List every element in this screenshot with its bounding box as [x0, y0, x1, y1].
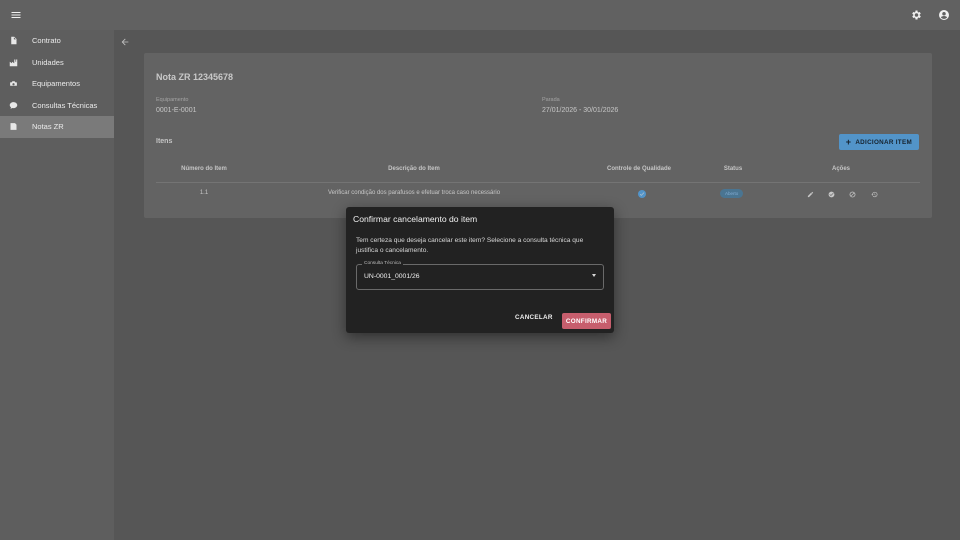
- sidebar-item-label: Notas ZR: [32, 122, 64, 132]
- dropdown-arrow-icon: [592, 274, 596, 277]
- sidebar-item-label: Equipamentos: [32, 79, 80, 89]
- sidebar-item-label: Contrato: [32, 36, 61, 46]
- document-icon: [8, 36, 18, 46]
- consulta-tecnica-select[interactable]: Consulta Técnica UN-0001_0001/26: [356, 261, 604, 290]
- sidebar-item-contrato[interactable]: Contrato: [0, 30, 114, 52]
- confirm-cancel-dialog: Confirmar cancelamento do item Tem certe…: [346, 207, 614, 333]
- note-icon: [8, 122, 18, 132]
- confirm-button[interactable]: CONFIRMAR: [562, 313, 611, 329]
- equipment-icon: [8, 79, 18, 89]
- sidebar-item-consultas-tecnicas[interactable]: Consultas Técnicas: [0, 95, 114, 117]
- cancel-button[interactable]: CANCELAR: [515, 314, 553, 321]
- sidebar: Contrato Unidades Equipamentos Consultas…: [0, 30, 114, 540]
- settings-gear-icon[interactable]: [908, 7, 924, 23]
- chat-bubble-icon: [8, 100, 18, 110]
- factory-icon: [8, 57, 18, 67]
- dialog-title: Confirmar cancelamento do item: [353, 214, 478, 224]
- sidebar-item-notas-zr[interactable]: Notas ZR: [0, 116, 114, 138]
- sidebar-item-unidades[interactable]: Unidades: [0, 52, 114, 74]
- select-value: UN-0001_0001/26: [364, 273, 420, 280]
- dialog-message: Tem certeza que deseja cancelar este ite…: [356, 237, 584, 254]
- app-bar: [0, 0, 960, 30]
- sidebar-item-label: Consultas Técnicas: [32, 100, 98, 110]
- sidebar-item-equipamentos[interactable]: Equipamentos: [0, 73, 114, 95]
- sidebar-item-label: Unidades: [32, 57, 64, 67]
- menu-icon[interactable]: [8, 7, 24, 23]
- select-label: Consulta Técnica: [362, 261, 403, 266]
- account-icon[interactable]: [936, 7, 952, 23]
